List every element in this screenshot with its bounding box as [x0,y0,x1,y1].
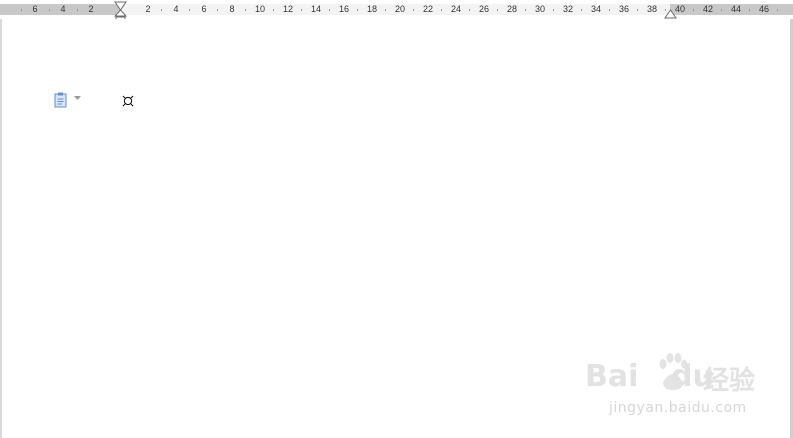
ruler-number: 36 [618,4,630,14]
ruler-tick [21,9,22,11]
ruler-tick [161,9,162,11]
ruler-tick [77,9,78,11]
ruler-tick [357,9,358,11]
ruler-number: 20 [394,4,406,14]
ruler-tick [49,9,50,11]
ruler-tick [385,9,386,11]
ruler-number: 16 [338,4,350,14]
ruler-number: 8 [229,4,235,14]
ruler-tick [441,9,442,11]
ruler-number: 14 [310,4,322,14]
ruler-tick [777,9,778,11]
ruler-tick [693,9,694,11]
ruler-number: 10 [254,4,266,14]
ruler-number: 26 [478,4,490,14]
ruler-number: 6 [32,4,38,14]
ruler-number: 46 [758,4,770,14]
ruler-tick [525,9,526,11]
document-page[interactable] [0,19,793,438]
ruler-tick [637,9,638,11]
ruler-number: 22 [422,4,434,14]
paste-options-button[interactable] [54,92,84,108]
ruler-tick [301,9,302,11]
ruler-tick [497,9,498,11]
ruler-tick [413,9,414,11]
ruler-tick [749,9,750,11]
ruler-tick [273,9,274,11]
ruler-number: 6 [201,4,207,14]
ruler-number: 28 [506,4,518,14]
ruler-number: 42 [702,4,714,14]
horizontal-ruler[interactable]: 6 4 2 2 4 6 8 10 12 14 16 18 20 22 24 26… [0,0,793,23]
ruler-tick [581,9,582,11]
ruler-tick [721,9,722,11]
page-edge-left [0,19,2,438]
ruler-tick [329,9,330,11]
ruler-number: 44 [730,4,742,14]
chevron-down-icon [74,96,81,101]
ruler-tick [189,9,190,11]
ruler-number: 32 [562,4,574,14]
ruler-tick [609,9,610,11]
ruler-number: 38 [646,4,658,14]
ruler-tick [245,9,246,11]
right-indent-marker[interactable] [664,9,677,19]
ruler-number: 2 [145,4,151,14]
ruler-tick [469,9,470,11]
ruler-number: 24 [450,4,462,14]
ruler-number: 30 [534,4,546,14]
paragraph-mark-icon [121,94,135,108]
ruler-number: 34 [590,4,602,14]
ruler-number: 18 [366,4,378,14]
ruler-tick [553,9,554,11]
ruler-number: 4 [173,4,179,14]
ruler-number: 12 [282,4,294,14]
ruler-number: 4 [60,4,66,14]
ruler-tick [217,9,218,11]
ruler-number: 2 [88,4,94,14]
